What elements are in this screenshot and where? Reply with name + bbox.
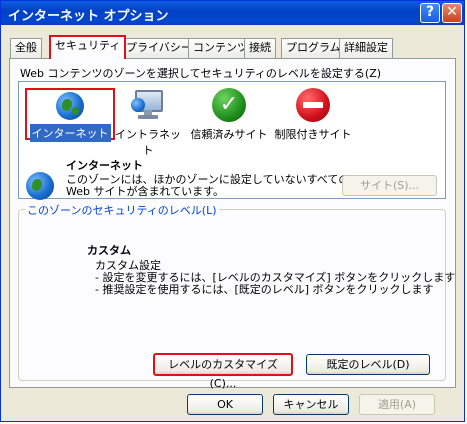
help-icon: ?	[425, 4, 435, 20]
close-icon: ✕	[446, 4, 458, 20]
intranet-computer-icon	[131, 88, 165, 122]
zone-trusted[interactable]: ✓ 信頼済みサイト	[187, 88, 271, 142]
ok-button[interactable]: OK	[187, 394, 263, 415]
help-button[interactable]: ?	[420, 3, 440, 23]
apply-button[interactable]: 適用(A)	[359, 394, 435, 415]
security-level-group: このゾーンのセキュリティのレベル(L) カスタム カスタム設定 - 設定を変更す…	[18, 202, 455, 390]
zone-trusted-label: 信頼済みサイト	[190, 128, 268, 141]
tab-general[interactable]: 全般	[10, 38, 42, 58]
tab-security[interactable]: セキュリティ	[49, 35, 127, 59]
custom-level-button[interactable]: レベルのカスタマイズ(C)...	[153, 353, 293, 390]
title-bar[interactable]: インターネット オプション ? ✕	[1, 1, 464, 25]
trusted-check-icon: ✓	[212, 88, 246, 122]
zone-intranet-label: イントラネット	[115, 128, 181, 157]
restricted-no-entry-icon	[296, 88, 330, 122]
internet-options-dialog: インターネット オプション ? ✕ 全般 セキュリティ プライバシー コンテンツ…	[0, 0, 465, 422]
zone-restricted-label: 制限付きサイト	[274, 128, 352, 141]
zone-globe-icon	[26, 172, 54, 200]
zone-internet[interactable]: インターネット	[25, 88, 115, 142]
tab-programs[interactable]: プログラム	[281, 38, 346, 58]
sites-button[interactable]: サイト(S)...	[342, 175, 437, 196]
tab-privacy[interactable]: プライバシー	[121, 38, 197, 58]
security-level-group-title: このゾーンのセキュリティのレベル(L)	[25, 202, 219, 218]
security-tab-panel: Web コンテンツのゾーンを選択してセキュリティのレベルを設定する(Z) インタ…	[9, 58, 456, 390]
zone-intranet[interactable]: イントラネット	[115, 88, 181, 158]
level-name: カスタム	[87, 244, 131, 257]
close-button[interactable]: ✕	[442, 3, 462, 23]
tab-advanced[interactable]: 詳細設定	[339, 38, 393, 58]
window-title: インターネット オプション	[8, 9, 169, 24]
cancel-button[interactable]: キャンセル	[273, 394, 349, 415]
tab-connections[interactable]: 接続	[244, 38, 276, 58]
zone-description-line2: Web サイトが含まれています。	[66, 185, 225, 198]
zone-restricted[interactable]: 制限付きサイト	[273, 88, 353, 142]
level-desc-line3: - 推奨設定を使用するには、[既定のレベル] ボタンをクリックします	[95, 283, 434, 296]
default-level-button[interactable]: 既定のレベル(D)	[306, 354, 430, 375]
zone-internet-label: インターネット	[29, 124, 111, 142]
globe-icon	[56, 92, 84, 120]
zone-select-prompt: Web コンテンツのゾーンを選択してセキュリティのレベルを設定する(Z)	[20, 67, 382, 80]
